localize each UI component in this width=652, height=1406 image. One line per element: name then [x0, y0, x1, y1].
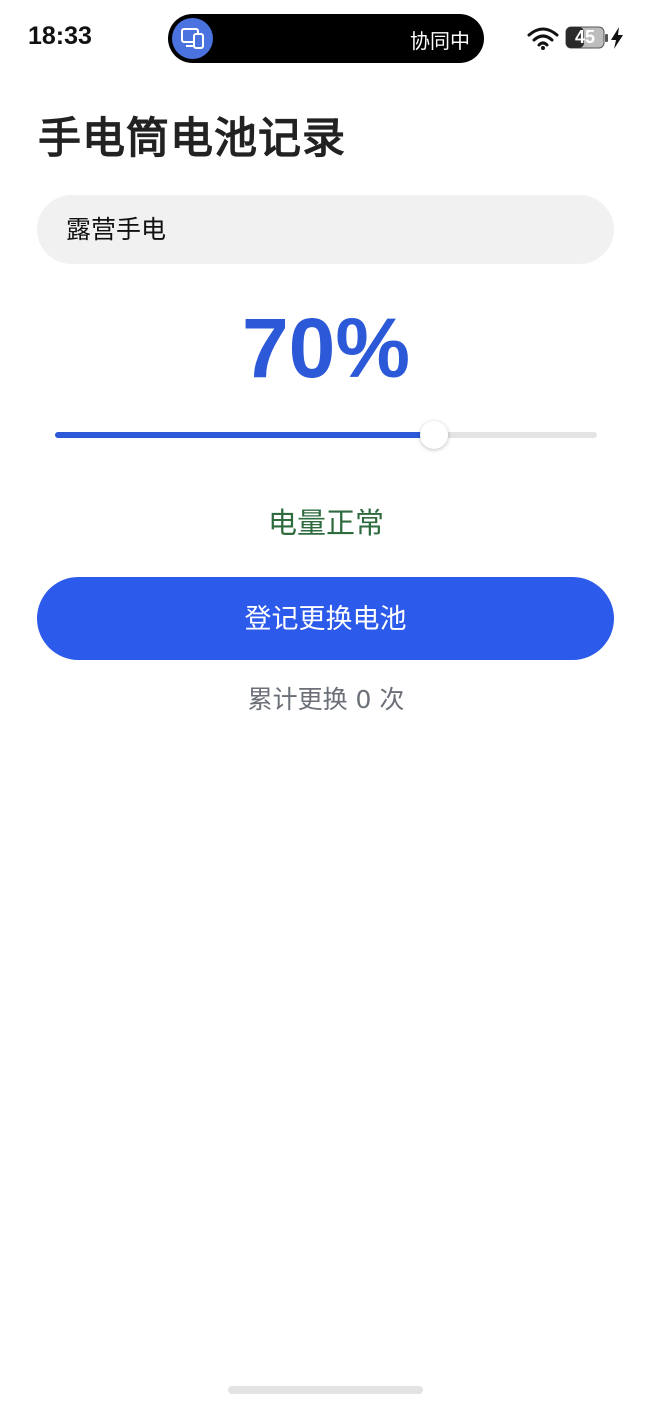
flashlight-name-field[interactable]: 露营手电: [37, 195, 614, 264]
slider-fill: [55, 432, 434, 438]
battery-level-slider[interactable]: [55, 420, 597, 450]
log-battery-replacement-button[interactable]: 登记更换电池: [37, 577, 614, 660]
charging-bolt-icon: [610, 27, 624, 53]
battery-status-text: 电量正常: [267, 506, 384, 540]
collaboration-status: 协同中: [410, 29, 470, 53]
battery-level-text: 45: [574, 27, 596, 47]
battery-percent: 70%: [241, 301, 411, 395]
replacement-count-text: 累计更换 0 次: [247, 685, 405, 714]
app-screen: 18:33 协同中 45 手电筒电池记录 露营手电 70% 电量正常 登记更换电…: [0, 0, 652, 1406]
multi-device-icon: [172, 18, 213, 59]
dynamic-island[interactable]: 协同中: [168, 14, 484, 63]
wifi-icon: [527, 26, 559, 54]
page-title: 手电筒电池记录: [38, 114, 346, 164]
home-indicator[interactable]: [228, 1386, 423, 1394]
status-time: 18:33: [28, 22, 92, 50]
slider-thumb[interactable]: [420, 421, 448, 449]
